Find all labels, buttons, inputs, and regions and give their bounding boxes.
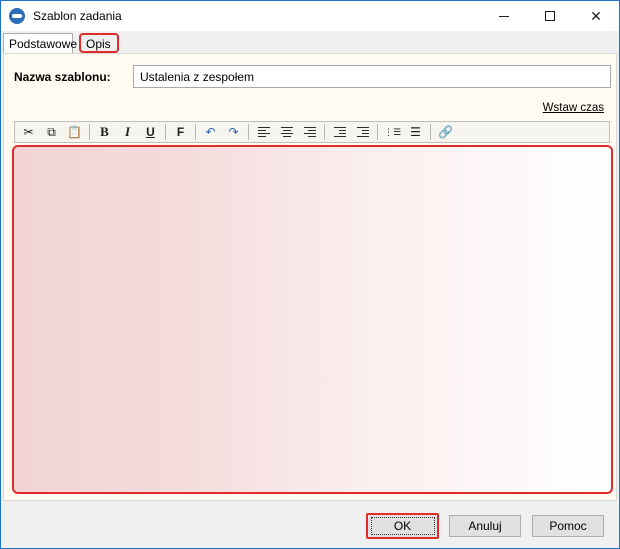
numbered-list-icon[interactable]: ⋮☰ bbox=[381, 122, 404, 142]
help-button[interactable]: Pomoc bbox=[532, 515, 604, 537]
close-icon: ✕ bbox=[590, 7, 602, 24]
title-bar[interactable]: Szablon zadania ✕ bbox=[1, 1, 619, 31]
tab-podstawowe[interactable]: Podstawowe bbox=[3, 33, 77, 54]
indent-icon[interactable] bbox=[351, 122, 374, 142]
bulleted-list-icon[interactable]: ☰ bbox=[404, 122, 427, 142]
cancel-button[interactable]: Anuluj bbox=[449, 515, 521, 537]
cut-icon[interactable]: ✂ bbox=[17, 122, 40, 142]
underline-icon[interactable]: U bbox=[139, 122, 162, 142]
italic-icon[interactable]: I bbox=[116, 122, 139, 142]
toolbar-separator bbox=[195, 124, 196, 140]
app-icon bbox=[9, 8, 25, 24]
minimize-icon bbox=[499, 15, 509, 17]
bold-icon[interactable]: B bbox=[93, 122, 116, 142]
toolbar-separator bbox=[324, 124, 325, 140]
font-icon[interactable]: F bbox=[169, 122, 192, 142]
maximize-icon bbox=[545, 11, 555, 21]
align-left-icon[interactable] bbox=[252, 122, 275, 142]
dialog-window: Szablon zadania ✕ Podstawowe Opis Nazwa … bbox=[0, 0, 620, 549]
align-right-icon[interactable] bbox=[298, 122, 321, 142]
link-icon[interactable]: 🔗 bbox=[434, 122, 457, 142]
copy-icon[interactable]: ⧉ bbox=[40, 122, 63, 142]
template-name-input[interactable] bbox=[133, 65, 611, 88]
insert-time-link[interactable]: Wstaw czas bbox=[543, 102, 604, 114]
description-editor[interactable] bbox=[12, 145, 613, 494]
toolbar-separator bbox=[248, 124, 249, 140]
editor-toolbar: ✂ ⧉ 📋 B I U F ↶ ↷ ⋮☰ ☰ 🔗 bbox=[14, 121, 610, 143]
minimize-button[interactable] bbox=[481, 1, 527, 31]
close-button[interactable]: ✕ bbox=[573, 1, 619, 31]
ok-button-label: OK bbox=[370, 517, 435, 535]
redo-icon[interactable]: ↷ bbox=[222, 122, 245, 142]
maximize-button[interactable] bbox=[527, 1, 573, 31]
tab-panel: Nazwa szablonu: Wstaw czas ✂ ⧉ 📋 B I U F… bbox=[3, 53, 617, 501]
window-title: Szablon zadania bbox=[33, 9, 122, 23]
outdent-icon[interactable] bbox=[328, 122, 351, 142]
toolbar-separator bbox=[377, 124, 378, 140]
align-center-icon[interactable] bbox=[275, 122, 298, 142]
toolbar-separator bbox=[89, 124, 90, 140]
template-name-label: Nazwa szablonu: bbox=[14, 70, 111, 84]
toolbar-separator bbox=[430, 124, 431, 140]
paste-icon[interactable]: 📋 bbox=[63, 122, 86, 142]
toolbar-separator bbox=[165, 124, 166, 140]
tab-opis[interactable]: Opis bbox=[79, 33, 119, 53]
undo-icon[interactable]: ↶ bbox=[199, 122, 222, 142]
ok-button[interactable]: OK bbox=[366, 513, 439, 539]
